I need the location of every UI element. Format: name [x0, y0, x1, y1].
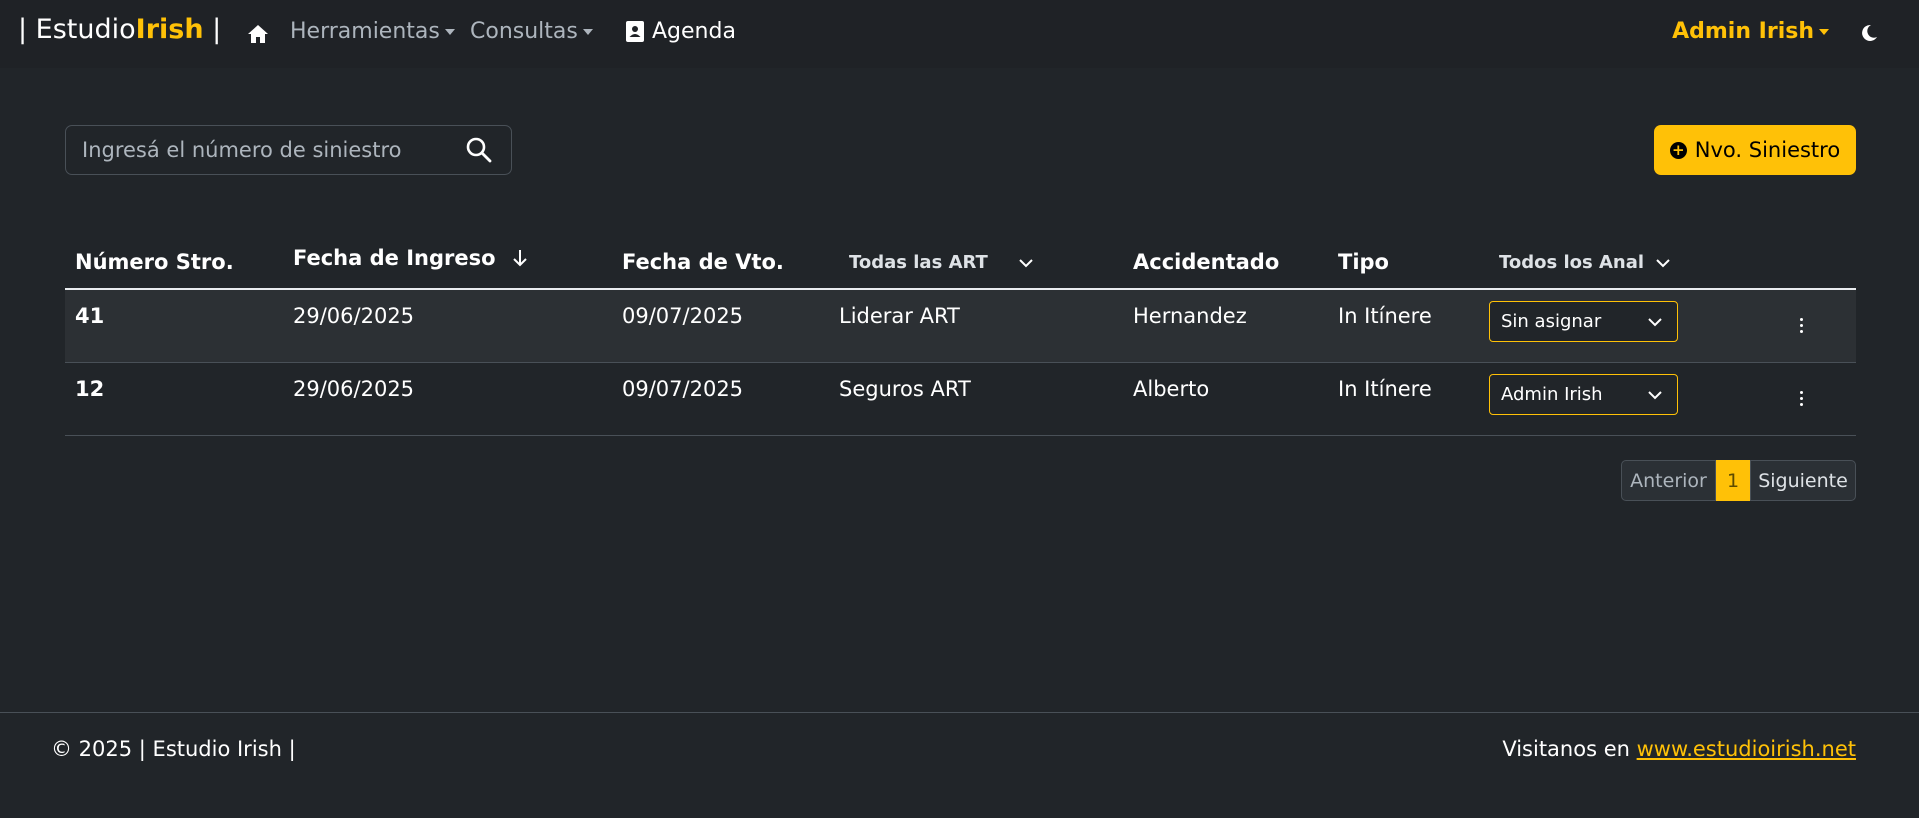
nav-menu-consultas-label: Consultas — [470, 19, 578, 44]
table-header: Número Stro. Fecha de Ingreso Fecha de V… — [65, 240, 1856, 290]
cell-type: In Itínere — [1338, 377, 1432, 401]
new-claim-label: Nvo. Siniestro — [1694, 138, 1841, 162]
cell-entry-date: 29/06/2025 — [293, 304, 415, 328]
footer-website-link[interactable]: www.estudioirish.net — [1637, 737, 1856, 761]
home-icon[interactable] — [246, 22, 270, 46]
arrow-down-icon — [512, 250, 527, 267]
chevron-down-icon — [1648, 390, 1662, 399]
analyst-select[interactable]: Admin Irish — [1489, 374, 1678, 415]
nav-menu-herramientas[interactable]: Herramientas — [290, 19, 455, 44]
search-icon[interactable] — [465, 136, 493, 164]
pagination: Anterior 1 Siguiente — [1621, 460, 1856, 501]
nav-agenda-link[interactable]: Agenda — [626, 19, 736, 44]
chevron-down-icon — [1656, 258, 1670, 267]
brand-logo[interactable]: | Estudio Irish | — [18, 14, 221, 45]
caret-down-icon — [1819, 28, 1829, 35]
nav-menu-consultas[interactable]: Consultas — [470, 19, 593, 44]
col-entry-date-label: Fecha de Ingreso — [293, 246, 496, 270]
brand-prefix: | Estudio — [18, 14, 136, 45]
row-actions-icon[interactable] — [1798, 318, 1804, 336]
pagination-page[interactable]: 1 — [1716, 460, 1750, 501]
search-input[interactable] — [82, 138, 465, 162]
cell-due-date: 09/07/2025 — [622, 304, 744, 328]
art-filter-select[interactable]: Todas las ART — [849, 252, 1034, 273]
pagination-prev[interactable]: Anterior — [1621, 460, 1716, 501]
nav-menu-herramientas-label: Herramientas — [290, 19, 440, 44]
contact-book-icon — [626, 21, 644, 42]
col-due-date: Fecha de Vto. — [622, 250, 784, 274]
col-number: Número Stro. — [75, 250, 234, 274]
cell-injured: Hernandez — [1133, 304, 1247, 328]
footer-visit: Visitanos en www.estudioirish.net — [1502, 737, 1856, 761]
analyst-select[interactable]: Sin asignar — [1489, 301, 1678, 342]
brand-suffix: | — [203, 14, 222, 45]
col-type: Tipo — [1338, 250, 1389, 274]
user-menu[interactable]: Admin Irish — [1672, 19, 1829, 44]
cell-injured: Alberto — [1133, 377, 1210, 401]
analyst-filter-select[interactable]: Todos los Analis — [1499, 252, 1671, 273]
navbar: | Estudio Irish | Herramientas Consultas … — [0, 0, 1919, 68]
row-actions-icon[interactable] — [1798, 391, 1804, 409]
footer-copyright: © 2025 | Estudio Irish | — [51, 737, 296, 761]
chevron-down-icon — [1648, 317, 1662, 326]
chevron-down-icon — [1019, 258, 1033, 267]
col-entry-date[interactable]: Fecha de Ingreso — [293, 246, 528, 270]
cell-number: 12 — [75, 377, 105, 401]
cell-type: In Itínere — [1338, 304, 1432, 328]
claims-table: Número Stro. Fecha de Ingreso Fecha de V… — [65, 240, 1856, 436]
new-claim-button[interactable]: + Nvo. Siniestro — [1654, 125, 1856, 175]
cell-art: Seguros ART — [839, 377, 971, 401]
plus-circle-icon: + — [1669, 141, 1687, 159]
art-filter-label: Todas las ART — [849, 252, 988, 273]
brand-accent: Irish — [135, 14, 204, 45]
nav-agenda-label: Agenda — [652, 19, 736, 44]
cell-number: 41 — [75, 304, 105, 328]
user-name: Admin Irish — [1672, 19, 1814, 44]
cell-due-date: 09/07/2025 — [622, 377, 744, 401]
table-row[interactable]: 12 29/06/2025 09/07/2025 Seguros ART Alb… — [65, 363, 1856, 436]
col-injured: Accidentado — [1133, 250, 1280, 274]
caret-down-icon — [582, 28, 593, 35]
search-box — [65, 125, 512, 175]
pagination-next[interactable]: Siguiente — [1750, 460, 1856, 501]
caret-down-icon — [444, 28, 455, 35]
table-row[interactable]: 41 29/06/2025 09/07/2025 Liderar ART Her… — [65, 290, 1856, 363]
analyst-select-value: Admin Irish — [1501, 384, 1603, 405]
footer-visit-text: Visitanos en — [1502, 737, 1637, 761]
cell-entry-date: 29/06/2025 — [293, 377, 415, 401]
cell-art: Liderar ART — [839, 304, 960, 328]
analyst-filter-label: Todos los Analis — [1499, 252, 1645, 273]
footer: © 2025 | Estudio Irish | Visitanos en ww… — [0, 712, 1919, 818]
analyst-select-value: Sin asignar — [1501, 311, 1602, 332]
moon-icon[interactable] — [1859, 23, 1879, 43]
